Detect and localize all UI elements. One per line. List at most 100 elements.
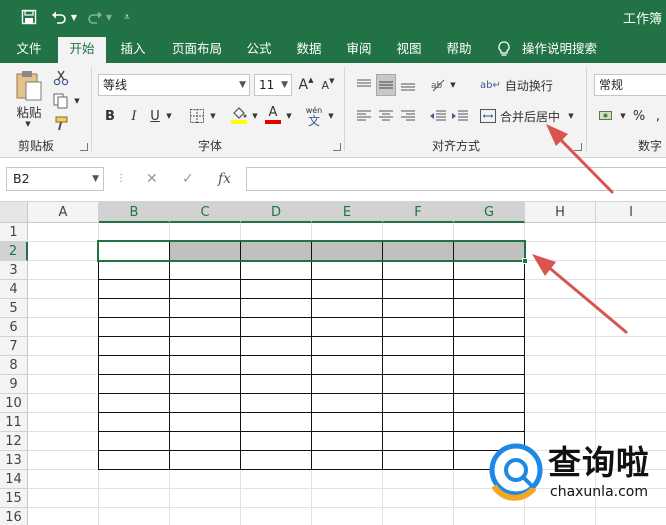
insert-function-button[interactable]: fx [218, 167, 231, 191]
increase-indent-icon[interactable] [450, 105, 470, 127]
accounting-dropdown-icon[interactable]: ▼ [618, 109, 628, 123]
fill-color-dropdown-icon[interactable]: ▼ [250, 109, 260, 123]
align-middle-icon[interactable] [376, 74, 396, 96]
row-header-3[interactable]: 3 [0, 261, 28, 280]
row-header-16[interactable]: 16 [0, 508, 28, 525]
copy-icon[interactable] [50, 91, 72, 111]
tab-review[interactable]: 审阅 [336, 34, 382, 63]
column-header-b[interactable]: B [99, 202, 170, 223]
redo-dropdown-icon[interactable]: ▼ [104, 7, 114, 27]
phonetic-dropdown-icon[interactable]: ▼ [326, 109, 336, 123]
undo-icon[interactable] [48, 7, 70, 27]
group-separator [91, 67, 92, 151]
column-header-d[interactable]: D [241, 202, 312, 223]
formula-input[interactable] [246, 167, 666, 191]
decrease-indent-icon[interactable] [428, 105, 448, 127]
save-icon[interactable] [18, 7, 40, 27]
table-border-horizontal [98, 279, 525, 280]
customize-toolbar-icon[interactable]: ⩡ [120, 7, 134, 27]
wrap-text-button[interactable]: ab↵ 自动换行 [480, 74, 568, 96]
number-format-select[interactable]: 常规 [594, 74, 666, 96]
row-header-6[interactable]: 6 [0, 318, 28, 337]
row-header-11[interactable]: 11 [0, 413, 28, 432]
merge-center-button[interactable]: 合并后居中 [480, 105, 572, 127]
row-header-12[interactable]: 12 [0, 432, 28, 451]
underline-button[interactable]: U [146, 105, 164, 127]
fill-color-button[interactable] [228, 103, 250, 127]
grow-font-button[interactable]: A ▲ [296, 74, 316, 96]
tab-insert[interactable]: 插入 [110, 34, 156, 63]
format-painter-icon[interactable] [50, 114, 72, 134]
alignment-group-label: 对齐方式 [432, 139, 481, 153]
font-name-select[interactable]: 等线 ▼ [98, 74, 250, 96]
cancel-entry-icon[interactable]: ✕ [146, 167, 158, 191]
percent-button[interactable]: % [630, 105, 648, 127]
watermark-site: chaxunla.com [550, 484, 648, 500]
row-header-14[interactable]: 14 [0, 470, 28, 489]
fill-handle[interactable] [522, 258, 528, 264]
align-right-icon[interactable] [398, 105, 418, 127]
paste-button[interactable]: 粘贴 [10, 103, 48, 120]
shrink-font-button[interactable]: A ▼ [318, 74, 338, 96]
underline-dropdown-icon[interactable]: ▼ [164, 109, 174, 123]
merge-center-label: 合并后居中 [500, 109, 561, 124]
row-header-13[interactable]: 13 [0, 451, 28, 470]
borders-icon[interactable] [186, 105, 208, 127]
tab-view[interactable]: 视图 [386, 34, 432, 63]
italic-button[interactable]: I [124, 105, 144, 127]
column-header-e[interactable]: E [312, 202, 383, 223]
tab-data[interactable]: 数据 [286, 34, 332, 63]
column-header-g[interactable]: G [454, 202, 525, 223]
tab-formulas[interactable]: 公式 [236, 34, 282, 63]
align-top-icon[interactable] [354, 74, 374, 96]
copy-dropdown-icon[interactable]: ▼ [72, 95, 82, 107]
alignment-launcher-icon[interactable] [574, 143, 582, 151]
row-header-8[interactable]: 8 [0, 356, 28, 375]
table-border-horizontal [98, 336, 525, 337]
tab-file[interactable]: 文件 [4, 34, 54, 63]
row-header-15[interactable]: 15 [0, 489, 28, 508]
confirm-entry-icon[interactable]: ✓ [182, 167, 194, 191]
column-header-i[interactable]: I [596, 202, 666, 223]
font-size-select[interactable]: 11 ▼ [254, 74, 292, 96]
column-header-f[interactable]: F [383, 202, 454, 223]
tell-me-search[interactable]: 操作说明搜索 [522, 34, 597, 63]
paste-dropdown-icon[interactable]: ▼ [22, 119, 34, 129]
borders-dropdown-icon[interactable]: ▼ [208, 109, 218, 123]
redo-icon[interactable] [84, 7, 106, 27]
row-header-10[interactable]: 10 [0, 394, 28, 413]
tab-home[interactable]: 开始 [58, 37, 106, 63]
font-color-button[interactable]: A [262, 103, 284, 127]
name-box[interactable]: B2 ▼ [6, 167, 104, 191]
accounting-format-icon[interactable] [596, 105, 618, 127]
row-header-4[interactable]: 4 [0, 280, 28, 299]
clipboard-launcher-icon[interactable] [80, 143, 88, 151]
row-header-2[interactable]: 2 [0, 242, 28, 261]
paste-icon[interactable] [10, 69, 48, 103]
row-header-5[interactable]: 5 [0, 299, 28, 318]
orientation-icon[interactable]: ab [428, 74, 448, 96]
column-header-h[interactable]: H [525, 202, 596, 223]
row-header-7[interactable]: 7 [0, 337, 28, 356]
merge-center-dropdown-icon[interactable]: ▼ [566, 109, 576, 123]
select-all-corner[interactable] [0, 202, 28, 223]
column-header-c[interactable]: C [170, 202, 241, 223]
cut-icon[interactable] [50, 68, 72, 88]
column-header-a[interactable]: A [28, 202, 99, 223]
tab-help[interactable]: 帮助 [436, 34, 482, 63]
align-left-icon[interactable] [354, 105, 374, 127]
orientation-dropdown-icon[interactable]: ▼ [448, 78, 458, 92]
fill-color-swatch [231, 120, 247, 124]
row-header-9[interactable]: 9 [0, 375, 28, 394]
font-color-dropdown-icon[interactable]: ▼ [284, 109, 294, 123]
bold-button[interactable]: B [100, 105, 120, 127]
comma-style-icon[interactable]: , [650, 105, 666, 127]
font-launcher-icon[interactable] [333, 143, 341, 151]
phonetic-guide-button[interactable]: wén 文 [302, 103, 326, 129]
tab-page-layout[interactable]: 页面布局 [162, 34, 232, 63]
align-bottom-icon[interactable] [398, 74, 418, 96]
align-center-icon[interactable] [376, 105, 396, 127]
row-header-1[interactable]: 1 [0, 223, 28, 242]
undo-dropdown-icon[interactable]: ▼ [69, 7, 79, 27]
formula-bar: B2 ▼ ⋮ ✕ ✓ fx [0, 158, 666, 202]
